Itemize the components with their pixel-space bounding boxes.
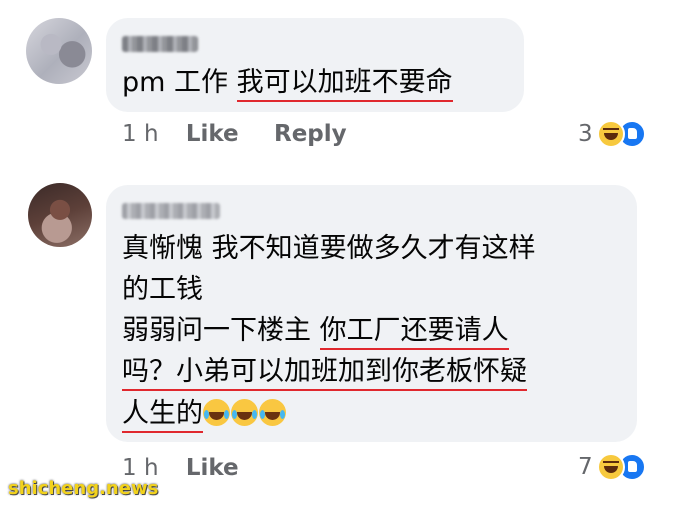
commenter-name-blurred[interactable] [122,36,198,52]
haha-icon [596,120,625,148]
like-button[interactable]: Like [186,455,239,481]
comment-text-highlight: 我可以加班不要命 [236,67,453,102]
haha-icon [596,453,625,481]
comment-text-highlight: 人生的 [122,398,203,433]
comment-time[interactable]: 1 h [122,121,159,147]
comment-text-plain: pm 工作 [122,67,237,98]
comment-text: pm 工作 我可以加班不要命 [122,62,453,103]
comment-meta: 1 h Like Reply [122,121,347,147]
reaction-summary[interactable]: 3 [578,119,646,149]
reaction-count: 7 [578,454,593,480]
commenter-avatar[interactable] [26,18,92,84]
comment-text-highlight: 吗？小弟可以加班加到你老板怀疑 [122,356,527,391]
watermark: shicheng.news [8,478,159,499]
comment-line: 真惭愧 我不知道要做多久才有这样 [122,233,536,264]
comment-line: 弱弱问一下楼主 你工厂还要请人 [122,310,509,351]
like-button[interactable]: Like [186,121,239,147]
comment-line: 的工钱 [122,274,203,305]
reply-button[interactable]: Reply [274,121,347,147]
comment-text-plain: 弱弱问一下楼主 [122,315,320,346]
commenter-name-blurred[interactable] [122,203,220,219]
reaction-count: 3 [578,121,593,147]
joy-emoji [231,399,258,426]
commenter-avatar[interactable] [28,183,92,247]
comment-line: 吗？小弟可以加班加到你老板怀疑 [122,351,527,392]
comment-line: 人生的 [122,393,287,434]
reaction-summary[interactable]: 7 [578,452,646,482]
comment-text-highlight: 你工厂还要请人 [319,315,509,350]
joy-emoji [203,399,230,426]
joy-emoji [259,399,286,426]
